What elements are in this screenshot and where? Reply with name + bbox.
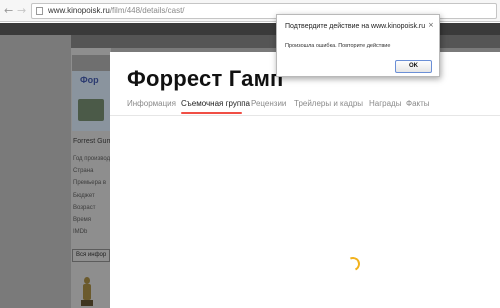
tab-reviews[interactable]: Рецензии xyxy=(251,99,286,108)
back-arrow-icon[interactable]: ← xyxy=(4,5,13,17)
ok-button[interactable]: OK xyxy=(395,60,432,73)
active-tab-indicator xyxy=(181,112,242,114)
film-title: Форрест Гамп xyxy=(127,66,284,91)
dialog-message: Произошла ошибка. Повторите действие xyxy=(285,43,391,49)
tab-trailers[interactable]: Трейлеры и кадры xyxy=(294,99,363,108)
dialog-title: Подтвердите действие на www.kinopoisk.ru xyxy=(285,23,426,30)
info-label: Время xyxy=(73,217,92,223)
info-label: Страна xyxy=(73,168,94,174)
url-text: www.kinopoisk.ru/film/448/details/cast/ xyxy=(48,6,185,15)
forward-arrow-icon[interactable]: → xyxy=(17,5,26,17)
tabs-divider xyxy=(110,115,500,116)
alert-dialog: Подтвердите действие на www.kinopoisk.ru… xyxy=(276,14,440,77)
poster-top-band xyxy=(72,55,110,71)
tab-crew[interactable]: Съемочная группа xyxy=(181,99,250,108)
screen: ← → www.kinopoisk.ru/film/448/details/ca… xyxy=(0,0,500,308)
poster-figure xyxy=(78,99,104,121)
film-original-title: Forrest Gum xyxy=(73,138,113,145)
url-host: www.kinopoisk.ru xyxy=(48,6,110,15)
tab-facts[interactable]: Факты xyxy=(406,99,430,108)
film-details-modal: Форрест Гамп Информация Съемочная группа… xyxy=(110,52,500,308)
close-icon[interactable]: × xyxy=(428,21,434,29)
poster-title: Фор xyxy=(80,75,99,85)
loading-spinner-icon xyxy=(344,255,362,273)
tab-awards[interactable]: Награды xyxy=(369,99,401,108)
info-label: Возраст xyxy=(73,205,96,211)
page-icon xyxy=(36,7,43,15)
info-label: Премьера в xyxy=(73,180,107,186)
info-label: Год производ xyxy=(73,156,111,162)
film-poster: Фор xyxy=(72,55,110,131)
info-label: IMDb xyxy=(73,229,88,235)
info-label: Бюджет xyxy=(73,193,95,199)
more-info-button[interactable]: Вся инфор xyxy=(72,249,110,262)
tab-info[interactable]: Информация xyxy=(127,99,176,108)
url-path: /film/448/details/cast/ xyxy=(109,6,185,15)
award-statuette-icon xyxy=(80,277,94,307)
